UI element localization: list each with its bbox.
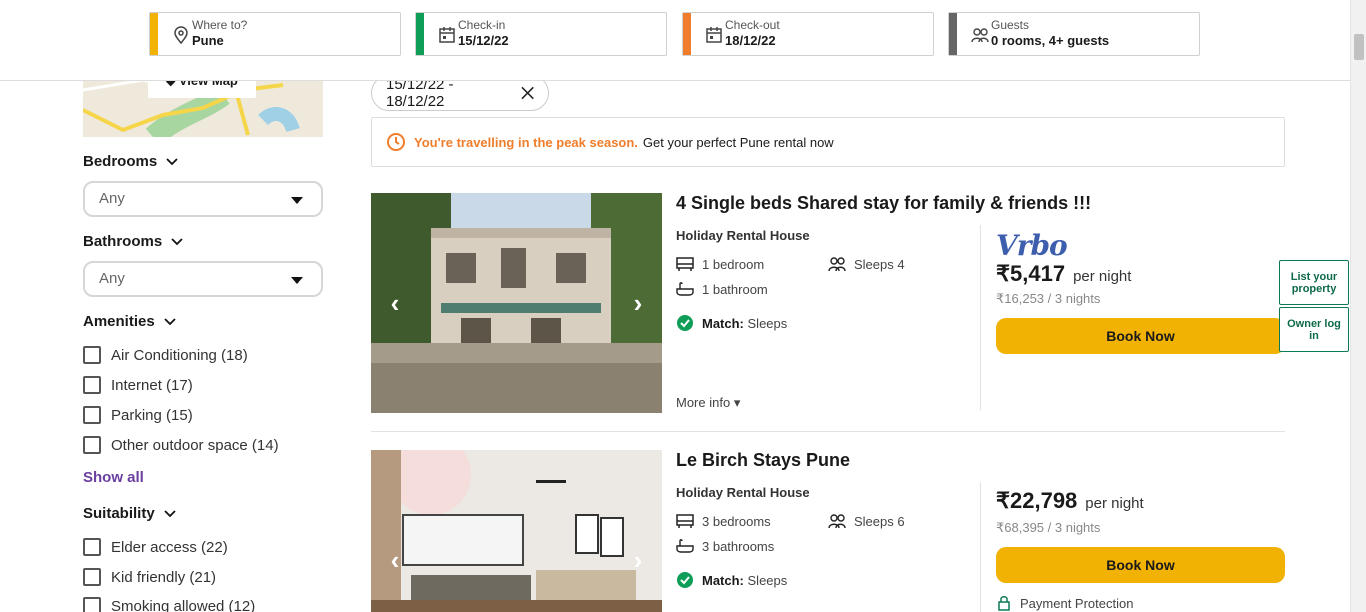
close-icon[interactable] [521,86,534,100]
dropdown-caret-icon [291,197,303,204]
previous-photo-button[interactable]: ‹ [383,290,407,316]
suitability-checkbox[interactable]: Smoking allowed (12) [83,597,255,612]
divider [980,482,981,612]
listing-title[interactable]: Le Birch Stays Pune [676,450,850,471]
people-icon [828,257,846,272]
chevron-down-icon [171,237,183,245]
listing-photo[interactable]: ‹ › [371,193,662,413]
search-bar: Where to? Pune Check-in 15/12/22 Check-o… [0,0,1350,81]
house-photo [371,193,662,413]
listing-card[interactable]: ‹ › Le Birch Stays Pune Holiday Rental H… [371,450,1285,612]
dropdown-caret-icon [291,277,303,284]
check-circle-icon [677,315,693,331]
calendar-icon [439,27,455,43]
checkbox[interactable] [83,538,101,556]
owner-login-button[interactable]: Owner log in [1279,307,1349,352]
bathrooms-filter-title[interactable]: Bathrooms [83,233,184,250]
peak-season-banner: You're travelling in the peak season. Ge… [371,117,1285,167]
chevron-down-icon [164,509,176,517]
caret-down-icon: ▾ [733,395,741,410]
guests-field[interactable]: Guests 0 rooms, 4+ guests [948,12,1200,56]
nightly-price: ₹22,798 per night [996,488,1144,513]
bedrooms-info: 3 bedrooms [676,513,771,529]
bathtub-icon [676,539,694,553]
match-info: Match: Sleeps [676,571,787,589]
amenities-filter-title[interactable]: Amenities [83,313,177,330]
checkin-field[interactable]: Check-in 15/12/22 [415,12,667,56]
book-now-button[interactable]: Book Now [996,318,1285,354]
listing-card[interactable]: ‹ › 4 Single beds Shared stay for family… [371,193,1285,413]
bedrooms-select[interactable]: Any [83,181,323,217]
bed-icon [676,257,694,271]
previous-photo-button[interactable]: ‹ [383,547,407,573]
next-photo-button[interactable]: › [626,290,650,316]
listing-photo[interactable]: ‹ › [371,450,662,612]
match-info: Match: Sleeps [676,314,787,332]
bathrooms-info: 1 bathroom [676,281,768,297]
payment-protection: Payment Protection [996,595,1133,611]
suitability-checkbox[interactable]: Kid friendly (21) [83,568,216,586]
bathtub-icon [676,282,694,296]
list-your-property-button[interactable]: List your property [1279,260,1349,305]
property-type: Holiday Rental House [676,228,810,243]
clock-icon [387,133,405,151]
checkout-field[interactable]: Check-out 18/12/22 [682,12,934,56]
more-info-link[interactable]: More info ▾ [676,395,740,411]
destination-field[interactable]: Where to? Pune [149,12,401,56]
book-now-button[interactable]: Book Now [996,547,1285,583]
chevron-down-icon [164,317,176,325]
amenity-checkbox[interactable]: Air Conditioning (18) [83,346,248,364]
living-room-photo [371,450,662,612]
nightly-price: ₹5,417 per night [996,261,1132,286]
property-type: Holiday Rental House [676,485,810,500]
people-icon [828,514,846,529]
bedrooms-info: 1 bedroom [676,256,764,272]
amenity-checkbox[interactable]: Internet (17) [83,376,193,394]
listing-title[interactable]: 4 Single beds Shared stay for family & f… [676,193,1091,214]
field-accent [150,13,158,55]
field-accent [416,13,424,55]
lock-icon [998,596,1010,611]
map-pin-icon [174,26,188,44]
chevron-down-icon [166,157,178,165]
bedrooms-filter-title[interactable]: Bedrooms [83,153,179,170]
page-scrollbar[interactable] [1350,0,1366,612]
sleeps-info: Sleeps 6 [828,513,905,529]
divider [980,225,981,410]
listing-separator [371,431,1285,432]
show-all-amenities-link[interactable]: Show all [83,469,144,486]
calendar-icon [706,27,722,43]
total-price: ₹68,395 / 3 nights [996,520,1101,535]
sleeps-info: Sleeps 4 [828,256,905,272]
suitability-checkbox[interactable]: Elder access (22) [83,538,228,556]
people-icon [971,28,989,43]
total-price: ₹16,253 / 3 nights [996,291,1101,306]
field-accent [683,13,691,55]
checkbox[interactable] [83,406,101,424]
scrollbar-thumb[interactable] [1354,34,1364,60]
bed-icon [676,514,694,528]
checkbox[interactable] [83,597,101,612]
checkbox[interactable] [83,436,101,454]
next-photo-button[interactable]: › [626,547,650,573]
field-accent [949,13,957,55]
vrbo-logo: Vrbo [996,229,1068,262]
amenity-checkbox[interactable]: Parking (15) [83,406,193,424]
check-circle-icon [677,572,693,588]
bathrooms-info: 3 bathrooms [676,538,774,554]
checkbox[interactable] [83,346,101,364]
amenity-checkbox[interactable]: Other outdoor space (14) [83,436,279,454]
checkbox[interactable] [83,568,101,586]
bathrooms-select[interactable]: Any [83,261,323,297]
checkbox[interactable] [83,376,101,394]
suitability-filter-title[interactable]: Suitability [83,505,177,522]
